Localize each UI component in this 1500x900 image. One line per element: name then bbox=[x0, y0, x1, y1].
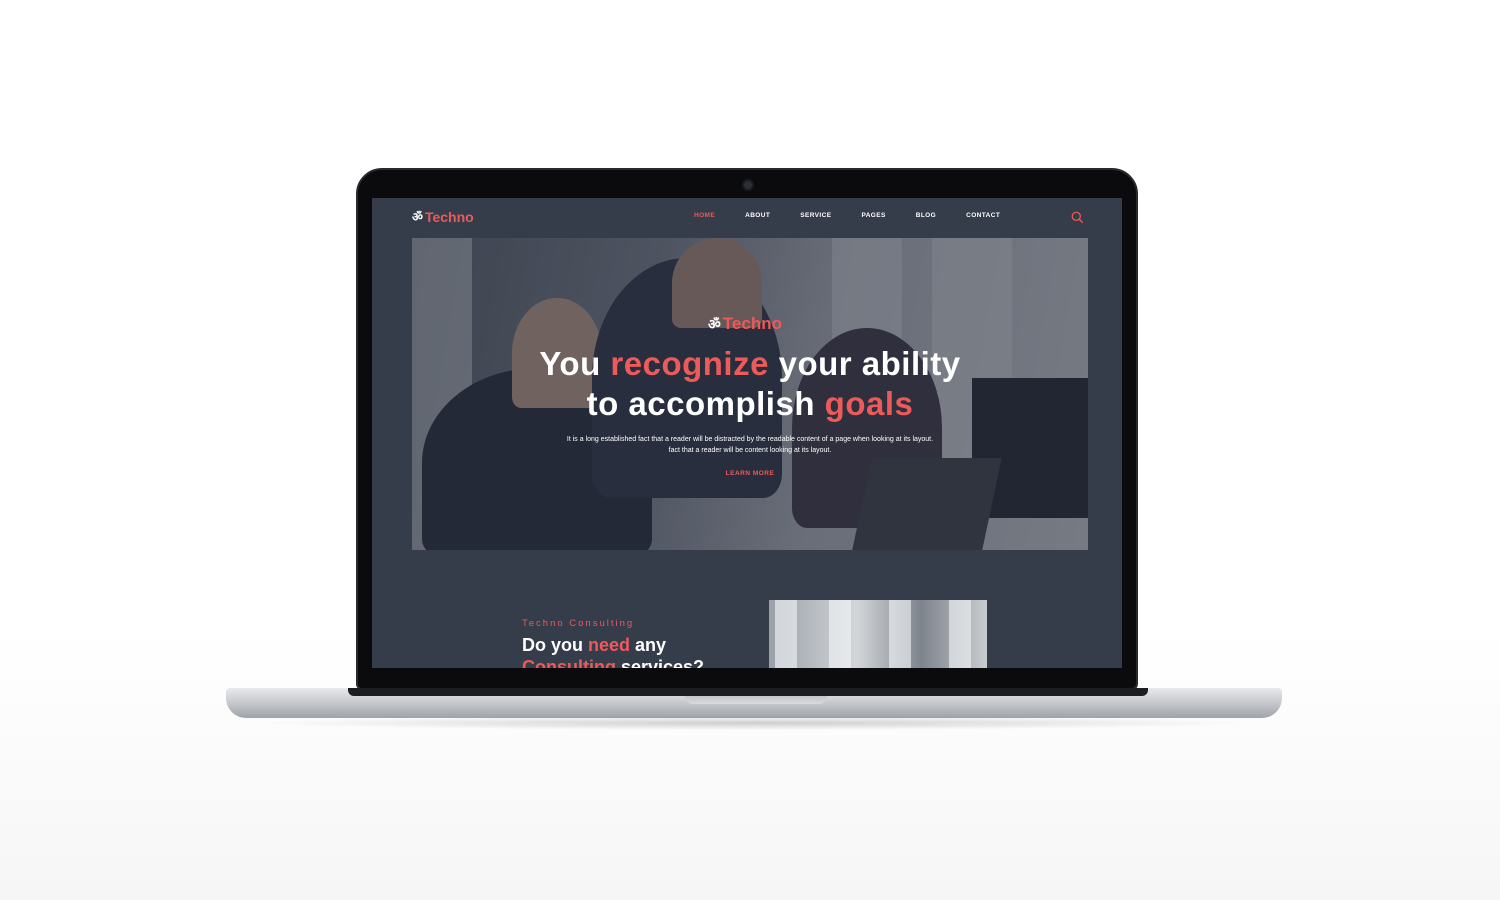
title-text: Do you bbox=[522, 635, 588, 655]
laptop-shadow bbox=[250, 716, 1260, 730]
nav-contact[interactable]: CONTACT bbox=[966, 212, 1000, 219]
headline-accent: goals bbox=[824, 385, 914, 422]
section-label: Techno Consulting bbox=[522, 618, 635, 629]
main-menu: HOME ABOUT SERVICE PAGES BLOG CONTACT bbox=[694, 212, 1030, 219]
title-text: any bbox=[630, 635, 667, 655]
camera bbox=[742, 179, 754, 191]
window-decor bbox=[949, 600, 971, 668]
laptop-lid: ॐ Techno HOME ABOUT SERVICE PAGES BLOG C… bbox=[356, 168, 1138, 690]
nav-home[interactable]: HOME bbox=[694, 212, 715, 219]
nav-about[interactable]: ABOUT bbox=[745, 212, 770, 219]
site-logo[interactable]: ॐ Techno bbox=[412, 208, 474, 225]
consulting-image bbox=[769, 600, 987, 668]
logo-icon: ॐ bbox=[708, 315, 721, 332]
hero-description: It is a long established fact that a rea… bbox=[566, 436, 934, 454]
headline-accent: recognize bbox=[610, 345, 769, 382]
title-accent: need bbox=[588, 635, 631, 655]
site-header: ॐ Techno HOME ABOUT SERVICE PAGES BLOG C… bbox=[372, 198, 1122, 238]
learn-more-button[interactable]: LEARN MORE bbox=[412, 470, 1088, 477]
nav-blog[interactable]: BLOG bbox=[916, 212, 936, 219]
headline-text: to accomplish bbox=[586, 385, 825, 422]
headline-text: You bbox=[539, 345, 611, 382]
hero-logo: ॐ Techno bbox=[708, 314, 782, 334]
logo-text: Techno bbox=[424, 208, 474, 225]
hero-headline: You recognize your ability to accomplish… bbox=[412, 344, 1088, 424]
search-icon[interactable] bbox=[1071, 211, 1084, 224]
mockup-stage: ॐ Techno HOME ABOUT SERVICE PAGES BLOG C… bbox=[0, 0, 1500, 900]
section-title: Do you need any Consulting services? bbox=[522, 634, 752, 668]
laptop-notch bbox=[685, 696, 827, 704]
window-decor bbox=[829, 600, 851, 668]
laptop-screen: ॐ Techno HOME ABOUT SERVICE PAGES BLOG C… bbox=[372, 198, 1122, 668]
title-text: services? bbox=[615, 657, 705, 668]
laptop-hinge bbox=[348, 688, 1148, 696]
nav-pages[interactable]: PAGES bbox=[861, 212, 885, 219]
window-decor bbox=[889, 600, 911, 668]
title-accent: Consulting bbox=[522, 657, 616, 668]
nav-service[interactable]: SERVICE bbox=[800, 212, 831, 219]
headline-text: your ability bbox=[768, 345, 961, 382]
window-decor bbox=[775, 600, 797, 668]
logo-icon: ॐ bbox=[412, 210, 423, 224]
hero-logo-text: Techno bbox=[722, 314, 782, 333]
hero-banner: ॐ Techno You recognize your ability to a… bbox=[412, 238, 1088, 550]
